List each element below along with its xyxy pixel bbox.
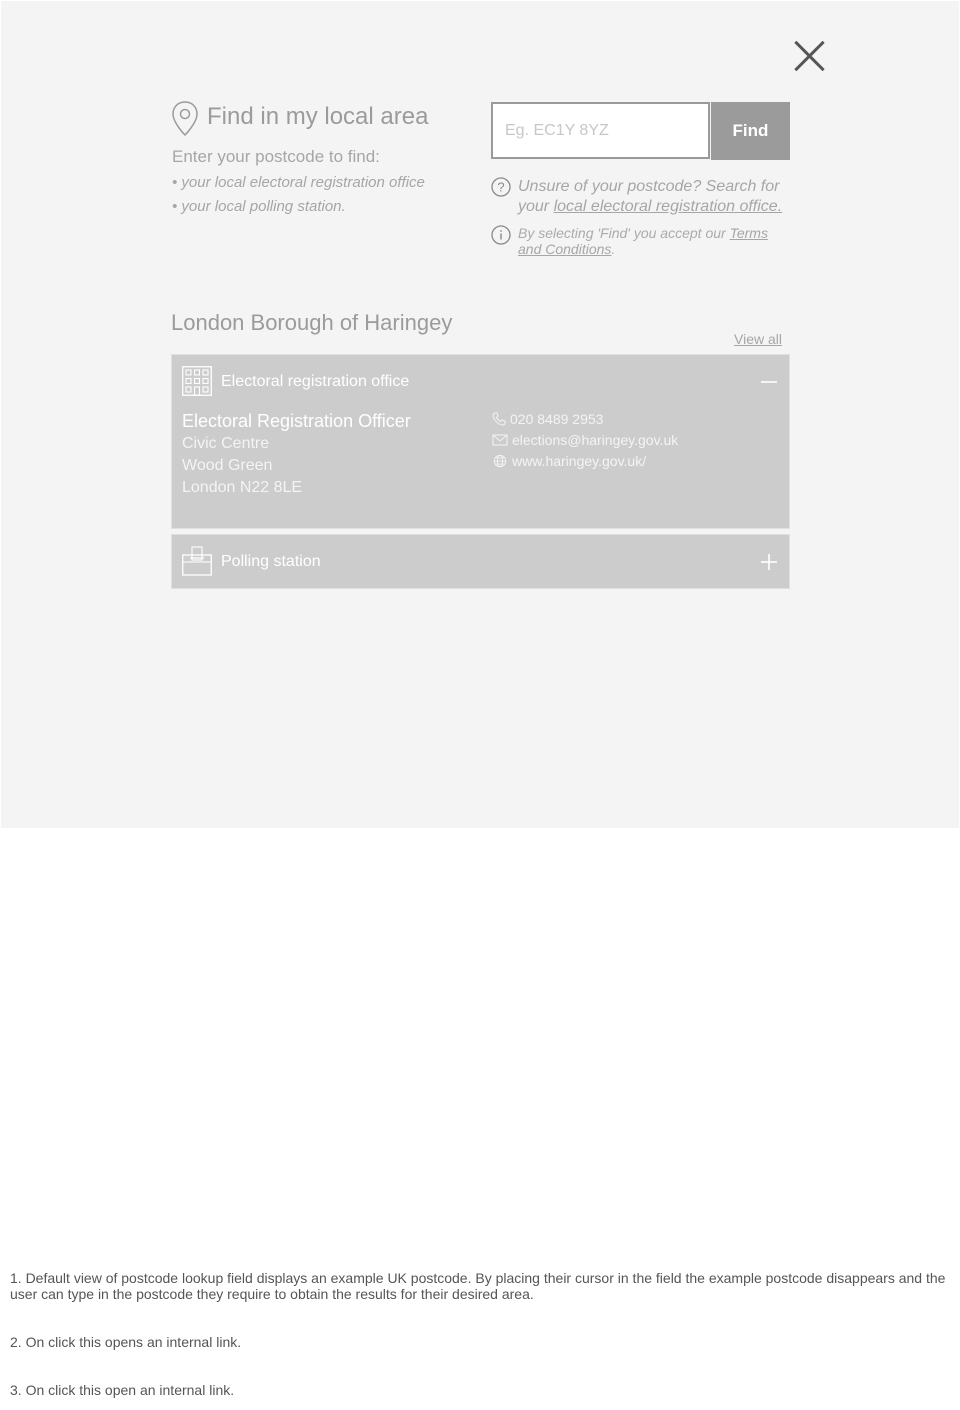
area-name: London Borough of Haringey bbox=[171, 310, 453, 335]
find-list: • your local electoral registration offi… bbox=[172, 174, 425, 222]
terms-prefix: By selecting 'Find' you accept our bbox=[518, 225, 730, 241]
officer-name: Electoral Registration Officer bbox=[182, 411, 411, 431]
address-line: London N22 8LE bbox=[182, 479, 303, 496]
map-pin-icon bbox=[172, 101, 198, 137]
polling-station-accordion: Polling station bbox=[171, 534, 790, 589]
postcode-help: Unsure of your postcode? Search for your… bbox=[518, 177, 783, 217]
lookup-panel: Find in my local area Enter your postcod… bbox=[1, 1, 959, 828]
website-link: www.haringey.gov.uk/ bbox=[512, 453, 647, 469]
annotation-note: 1. Default view of postcode lookup field… bbox=[10, 1270, 946, 1302]
postcode-input[interactable] bbox=[491, 102, 710, 159]
email-address: elections@haringey.gov.uk bbox=[512, 432, 679, 448]
expand-icon[interactable] bbox=[760, 553, 778, 571]
terms-suffix: . bbox=[611, 241, 616, 257]
phone-number: 020 8489 2953 bbox=[510, 411, 604, 427]
address-line: Civic Centre bbox=[182, 435, 270, 452]
svg-text:?: ? bbox=[497, 180, 504, 195]
annotation-note: 2. On click this opens an internal link. bbox=[10, 1334, 242, 1350]
close-icon[interactable] bbox=[793, 39, 827, 73]
registration-office-title: Electoral registration office bbox=[221, 373, 410, 390]
phone-icon bbox=[492, 412, 506, 426]
intro-text: Enter your postcode to find: bbox=[172, 147, 380, 166]
ballot-box-icon bbox=[182, 546, 212, 576]
view-all-link[interactable]: View all bbox=[734, 331, 782, 347]
address-line: Wood Green bbox=[182, 457, 273, 474]
annotation-note: 3. On click this open an internal link. bbox=[10, 1382, 235, 1398]
registration-office-header[interactable]: Electoral registration office bbox=[172, 355, 789, 407]
building-icon bbox=[182, 366, 212, 396]
globe-icon bbox=[493, 454, 507, 468]
list-item: • your local electoral registration offi… bbox=[172, 174, 425, 191]
envelope-icon bbox=[492, 434, 508, 446]
polling-station-title: Polling station bbox=[221, 553, 321, 570]
terms-notice: By selecting 'Find' you accept our Terms… bbox=[518, 225, 780, 257]
info-icon bbox=[491, 225, 511, 245]
polling-station-header[interactable]: Polling station bbox=[172, 535, 789, 587]
page-title: Find in my local area bbox=[207, 103, 429, 130]
electoral-office-link[interactable]: local electoral registration office. bbox=[554, 198, 783, 215]
list-item: • your local polling station. bbox=[172, 198, 346, 215]
registration-office-accordion: Electoral registration office Electoral … bbox=[171, 354, 790, 529]
collapse-icon[interactable] bbox=[760, 373, 778, 391]
question-icon: ? bbox=[491, 177, 511, 197]
find-button[interactable]: Find bbox=[711, 102, 790, 160]
